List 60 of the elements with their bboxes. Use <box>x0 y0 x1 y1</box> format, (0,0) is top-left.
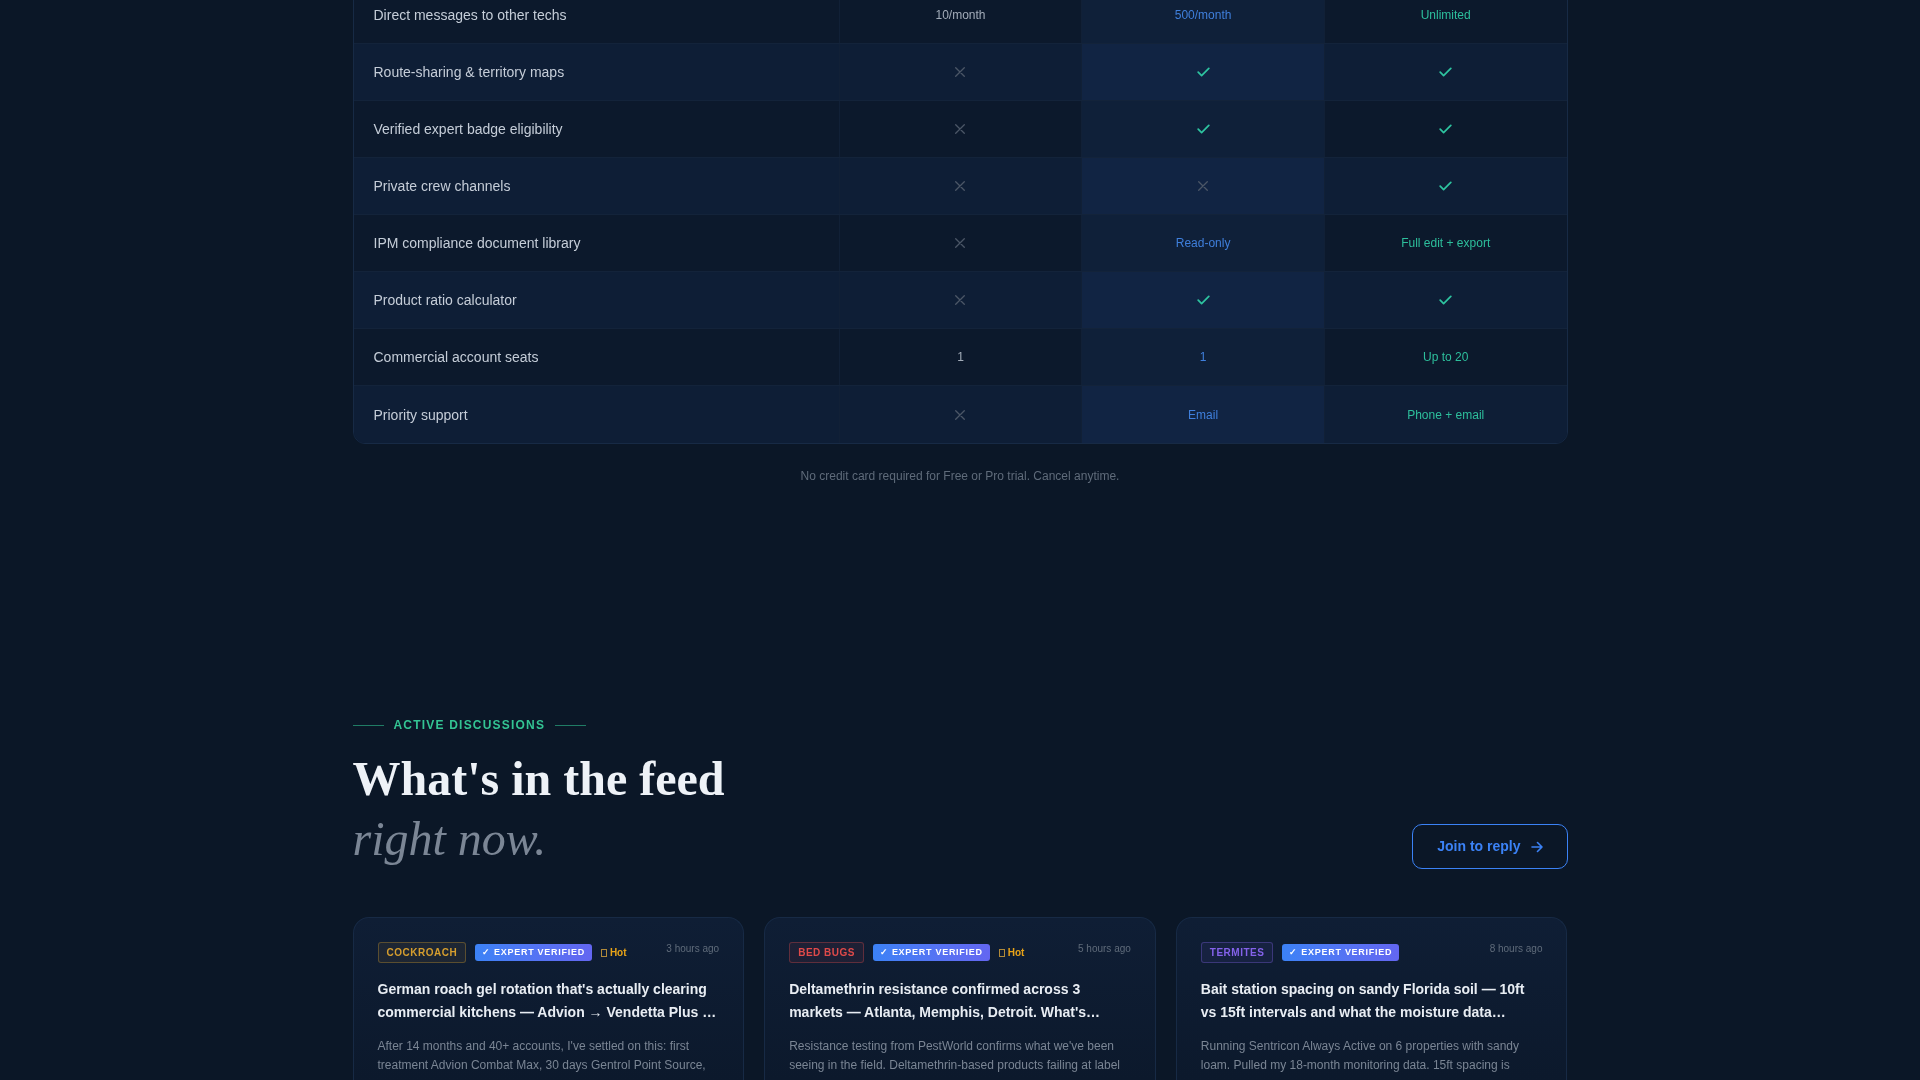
plan-value: Email <box>1188 406 1219 423</box>
section-heading: What's in the feed <box>352 751 725 807</box>
plan-value: 1 <box>957 349 964 365</box>
cross-icon <box>955 67 966 77</box>
table-note: No credit card required for Free or Pro trial. Cancel anytime. <box>799 468 1121 484</box>
plan-value: Up to 20 <box>1423 349 1469 365</box>
post-excerpt: Running Sentricon Always Active on 6 properties with sandy loam. Pulled my 18-month monitoring data. 15ft spacing is <box>1200 1038 1520 1074</box>
plan-value: 1 <box>1199 349 1207 365</box>
discussion-card[interactable] <box>352 917 745 1080</box>
category-tag[interactable]: TERMITES <box>1200 942 1274 963</box>
plan-value: 500/month <box>1174 7 1232 23</box>
join-button[interactable]: Join to reply <box>1412 824 1568 869</box>
arrow-right-icon <box>1530 840 1543 853</box>
check-icon <box>1439 67 1453 77</box>
check-icon <box>1196 295 1210 305</box>
check-icon <box>1439 181 1453 191</box>
verified-badge: ✓ EXPERT VERIFIED <box>872 944 990 961</box>
feature-label: Product ratio calculator <box>373 291 517 310</box>
feature-label: Private crew channels <box>373 177 511 196</box>
cross-icon <box>955 238 966 248</box>
feature-label: Priority support <box>373 405 468 425</box>
check-icon <box>1196 67 1210 77</box>
post-time: 8 hours ago <box>1489 942 1543 956</box>
check-icon <box>1196 124 1210 134</box>
post-excerpt: After 14 months and 40+ accounts, I've settled on this: first treatment Advion Combat Max, 30 days Gentrol Point Source, <box>377 1038 707 1074</box>
post-time: 5 hours ago <box>1078 942 1131 956</box>
hot-label: Hot <box>609 946 627 959</box>
feature-label: Verified expert badge eligibility <box>373 120 563 139</box>
cross-icon <box>955 295 966 305</box>
plan-value: Phone + email <box>1407 406 1485 423</box>
feature-label: Commercial account seats <box>373 348 539 367</box>
discussion-card[interactable] <box>1175 917 1568 1080</box>
feature-label: IPM compliance document library <box>373 234 581 253</box>
post-title[interactable]: German roach gel rotation that's actually clearing commercial kitchens — Advion → Vendetta Plus … <box>377 978 720 1024</box>
cross-icon <box>955 124 966 134</box>
heading-accent: right now. <box>352 811 548 867</box>
section-eyebrow: ACTIVE DISCUSSIONS <box>393 717 546 733</box>
post-title[interactable]: Bait station spacing on sandy Florida soil — 10ft vs 15ft intervals and what the moisture data… <box>1200 978 1543 1024</box>
verified-badge: ✓ EXPERT VERIFIED <box>1282 944 1400 961</box>
square-outline-icon <box>998 948 1005 957</box>
plan-value: 10/month <box>935 7 986 23</box>
plan-value: Unlimited <box>1420 7 1471 23</box>
post-time: 3 hours ago <box>666 942 720 956</box>
hot-label: Hot <box>1007 946 1025 959</box>
plan-value: Read-only <box>1175 235 1231 251</box>
category-tag[interactable]: COCKROACH <box>377 942 467 963</box>
feature-label: Direct messages to other techs <box>373 6 567 25</box>
check-icon <box>1439 124 1453 134</box>
verified-badge: ✓ EXPERT VERIFIED <box>475 944 592 961</box>
square-outline-icon <box>600 948 607 957</box>
cross-icon <box>1198 181 1209 191</box>
cross-icon <box>955 181 966 191</box>
plan-value: Full edit + export <box>1401 235 1491 251</box>
post-title[interactable]: Deltamethrin resistance confirmed across 3 markets — Atlanta, Memphis, Detroit. What's… <box>789 978 1131 1024</box>
discussion-card[interactable] <box>764 917 1156 1080</box>
feature-label: Route-sharing & territory maps <box>373 63 565 82</box>
category-tag[interactable]: BED BUGS <box>789 942 864 963</box>
check-icon <box>1439 295 1453 305</box>
post-excerpt: Resistance testing from PestWorld confirms what we've been seeing in the field. Deltamethrin-based products failing at label <box>789 1038 1122 1074</box>
cross-icon <box>955 409 966 420</box>
